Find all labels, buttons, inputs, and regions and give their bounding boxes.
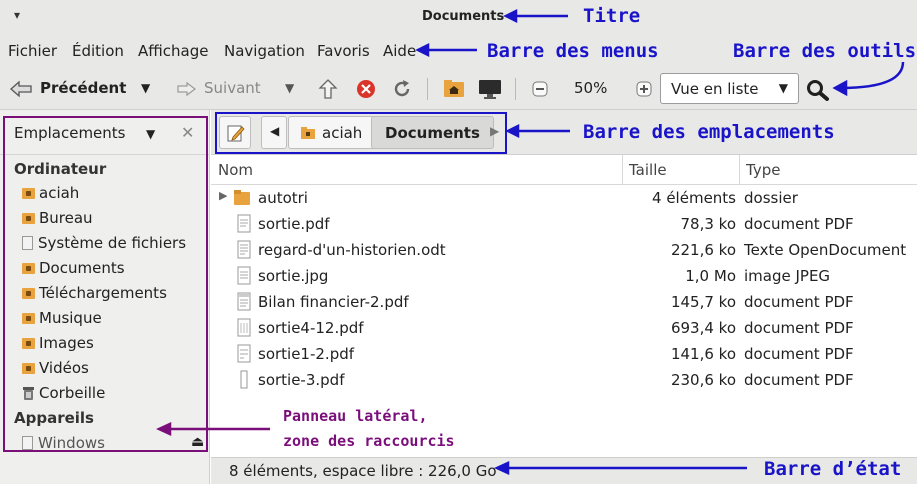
arrow-statusbar-head xyxy=(493,461,510,475)
arrow-toolbar-head xyxy=(832,79,848,97)
arrow-toolbar xyxy=(839,61,905,90)
annotation-locbar: Barre des emplacements xyxy=(583,121,835,143)
annotation-toolbar: Barre des outils xyxy=(733,40,917,62)
annotation-sidebar-line1: Panneau latéral, xyxy=(283,407,428,425)
annotation-statusbar: Barre d’état xyxy=(764,458,902,480)
annotation-arrows xyxy=(155,8,905,475)
arrow-title-head xyxy=(503,8,518,24)
arrow-sidebar-head xyxy=(155,422,172,436)
annotation-title: Titre xyxy=(583,5,641,27)
annotation-sidebar-line2: zone des raccourcis xyxy=(283,432,455,450)
arrow-menubar-head xyxy=(415,42,430,58)
arrow-locbar-head xyxy=(505,123,520,139)
annotation-menubar: Barre des menus xyxy=(487,40,659,62)
